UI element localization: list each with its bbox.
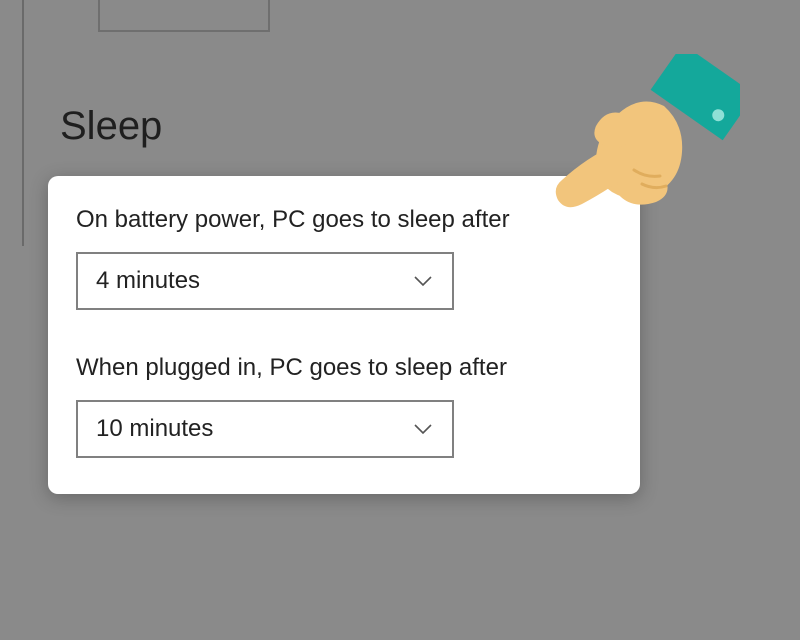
sleep-plugged-in-group: When plugged in, PC goes to sleep after … [76, 354, 612, 458]
sleep-on-battery-group: On battery power, PC goes to sleep after… [76, 206, 612, 310]
cropped-dropdown-outline [98, 0, 270, 32]
chevron-down-icon [412, 270, 434, 292]
sleep-plugged-in-label: When plugged in, PC goes to sleep after [76, 354, 612, 382]
vertical-divider [22, 0, 24, 246]
chevron-down-icon [412, 418, 434, 440]
settings-page-background: Sleep On battery power, PC goes to sleep… [0, 0, 800, 640]
sleep-section-heading: Sleep [60, 104, 162, 149]
sleep-on-battery-value: 4 minutes [96, 267, 200, 295]
sleep-plugged-in-value: 10 minutes [96, 415, 213, 443]
sleep-settings-card: On battery power, PC goes to sleep after… [48, 176, 640, 494]
sleep-plugged-in-dropdown[interactable]: 10 minutes [76, 400, 454, 458]
sleep-on-battery-dropdown[interactable]: 4 minutes [76, 252, 454, 310]
sleep-on-battery-label: On battery power, PC goes to sleep after [76, 206, 612, 234]
